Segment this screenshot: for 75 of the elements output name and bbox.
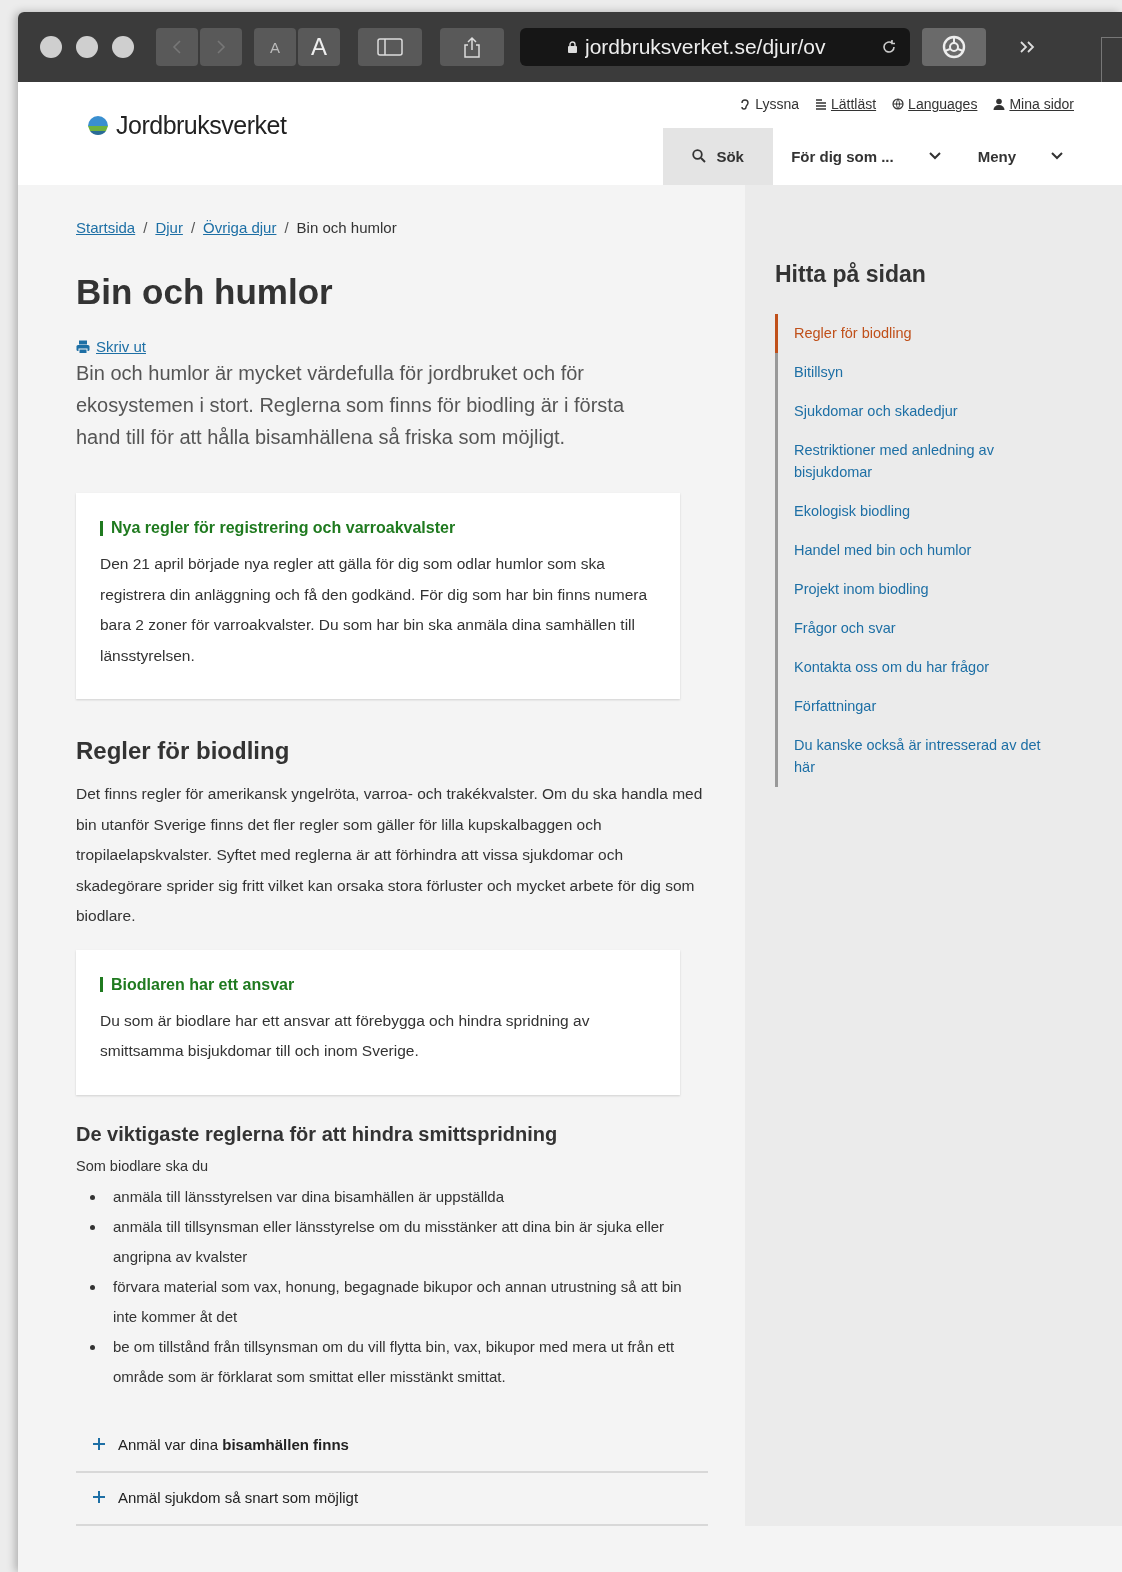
chevron-down-icon — [1050, 151, 1064, 162]
sidebar-icon — [377, 38, 403, 56]
extension-icon — [941, 34, 967, 60]
plus-icon — [92, 1437, 106, 1451]
breadcrumb-separator: / — [190, 219, 196, 236]
search-icon — [692, 149, 707, 164]
section-heading: Regler för biodling — [76, 737, 291, 765]
bullet-icon — [90, 1344, 95, 1350]
breadcrumb-separator: / — [284, 219, 289, 236]
notice-title: Biodlaren har ett ansvar — [111, 975, 295, 994]
address-bar[interactable]: jordbruksverket.se/djur/ov — [520, 28, 910, 66]
toc-link[interactable]: Ekologisk biodling — [775, 492, 1043, 531]
list-item-text: be om tillstånd från tillsynsman om du vill flytta bin, vax, bikupor med mera ut från ett område som är förklarat som smittat eller misstänkt smittat. — [113, 1336, 676, 1387]
text-larger-button[interactable]: A — [298, 28, 340, 66]
accordion-toggle[interactable]: Anmäl sjukdom så snart som möjligt — [76, 1472, 708, 1526]
text-lines-icon — [814, 98, 827, 111]
intro-text: Bin och humlor är mycket värdefulla för jordbruket och för ekosystemen i stort. Reglerna som finns för biodling är i första hand till för att hålla bisamhällena så friska som möjligt. — [76, 361, 626, 450]
header-link[interactable]: Mina sidor — [993, 95, 1074, 114]
print-link[interactable]: Skriv ut — [96, 338, 146, 355]
breadcrumb-link[interactable]: Djur — [155, 219, 183, 236]
ear-icon — [739, 98, 752, 111]
bullet-icon — [90, 1194, 95, 1200]
header-link[interactable]: Languages — [892, 95, 978, 114]
bullet-icon — [90, 1284, 95, 1290]
reload-icon[interactable] — [880, 38, 898, 56]
toc-link[interactable]: Frågor och svar — [775, 609, 1043, 648]
toc-link[interactable]: Restriktioner med anledning av bisjukdomar — [775, 431, 1043, 492]
site-logo[interactable]: Jordbruksverket — [116, 111, 287, 140]
body-text: Det finns regler för amerikansk yngelröta, varroa- och trakékvalster. Om du ska handla med bin utanför Sverige finns det fler regler som gäller för lilla kupskalbaggen och tropilaelapskvalster. Syftet med reglerna är att förhindra att vissa sjukdomar och skadegörare sprider sig fritt vilket kan orsaka stora förluster och mycket arbete för dig som biodlare. — [76, 784, 704, 926]
chevron-down-icon — [927, 151, 942, 162]
nav-menu-button[interactable]: Meny — [959, 127, 1082, 185]
chevron-right-icon — [215, 39, 227, 55]
share-icon — [463, 36, 481, 58]
window-control-icon[interactable] — [112, 36, 134, 58]
page-title: Bin och humlor — [76, 272, 334, 312]
header-link[interactable]: Lyssna — [739, 95, 799, 114]
notice-text: Den 21 april började nya regler att gälla för dig som odlar humlor som ska registrera din anläggning och få den godkänd. För dig som har bin finns numera bara 2 zoner för varroakvalster. Du som har bin ska anmäla dina samhällen till länsstyrelsen. — [100, 554, 649, 666]
toc-link[interactable]: Regler för biodling — [775, 314, 1043, 353]
lock-icon — [568, 41, 577, 53]
plus-icon — [92, 1490, 106, 1504]
list-item-text: anmäla till länsstyrelsen var dina bisamhällen är uppställda — [113, 1186, 505, 1207]
subsection-heading: De viktigaste reglerna för att hindra smittspridning — [76, 1122, 559, 1146]
search-button[interactable]: Sök — [663, 127, 774, 185]
breadcrumb-link[interactable]: Startsida — [76, 219, 136, 236]
chevron-left-icon — [171, 39, 183, 55]
nav-menu-button[interactable]: För dig som ... — [773, 127, 960, 185]
header-link[interactable]: Lättläst — [814, 95, 877, 114]
toc-link[interactable]: Författningar — [775, 687, 1043, 726]
notice-text: Du som är biodlare har ett ansvar att förebygga och hindra spridning av smittsamma bisjukdomar till och inom Sverige. — [100, 1010, 591, 1061]
breadcrumb-link[interactable]: Övriga djur — [203, 219, 277, 236]
toc-link[interactable]: Du kanske också är intresserad av det här — [775, 726, 1043, 787]
globe-icon — [892, 98, 905, 111]
toc-link[interactable]: Sjukdomar och skadedjur — [775, 392, 1043, 431]
breadcrumb-separator: / — [143, 219, 148, 236]
window-control-icon[interactable] — [76, 36, 98, 58]
logo-icon — [86, 113, 110, 138]
exclamation-icon — [100, 977, 103, 992]
person-icon — [993, 98, 1006, 111]
breadcrumb-current: Bin och humlor — [296, 219, 397, 236]
extension-button[interactable] — [922, 28, 986, 66]
notice-title: Nya regler för registrering och varroakvalster — [111, 519, 456, 537]
accordion-toggle[interactable]: Anmäl var dina bisamhällen finns — [76, 1419, 708, 1473]
list-lead-text: Som biodlare ska du — [76, 1157, 210, 1174]
toc-link[interactable]: Kontakta oss om du har frågor — [775, 648, 1043, 687]
bullet-icon — [90, 1224, 95, 1230]
toc-link[interactable]: Handel med bin och humlor — [775, 531, 1043, 570]
toc-link[interactable]: Bitillsyn — [775, 353, 1043, 392]
sidebar-button[interactable] — [358, 28, 422, 66]
exclamation-icon — [100, 520, 103, 536]
toc-link[interactable]: Projekt inom biodling — [775, 570, 1043, 609]
toc-heading: Hitta på sidan — [775, 261, 927, 288]
share-button[interactable] — [440, 28, 504, 66]
printer-icon — [76, 339, 90, 354]
window-control-icon[interactable] — [40, 36, 62, 58]
text-smaller-button[interactable]: A — [254, 28, 296, 66]
